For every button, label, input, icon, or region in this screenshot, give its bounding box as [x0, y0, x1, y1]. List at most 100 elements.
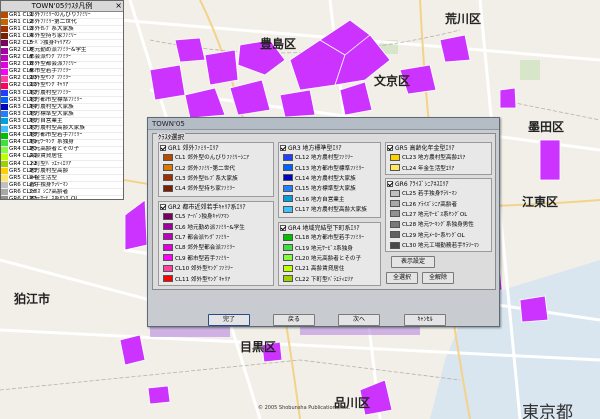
cluster-color-swatch[interactable]	[163, 164, 173, 172]
legend-swatch	[1, 161, 8, 168]
cluster-option[interactable]: CL13 地方都市型標準ﾌｧﾐﾘｰ	[279, 162, 380, 172]
cluster-option[interactable]: CL23 地方農村型高齢ｴﾘｱ	[386, 152, 491, 162]
cluster-option[interactable]: CL16 地方自営業主	[279, 194, 380, 204]
cluster-color-swatch[interactable]	[163, 264, 173, 272]
cluster-option-label: CL28 地元ﾜｰｷﾝｸﾞ系独身男性	[402, 222, 474, 229]
group-checkbox-gr1[interactable]	[160, 144, 166, 151]
legend-code: GR6 CL27	[9, 195, 37, 200]
group-checkbox-gr3[interactable]	[280, 144, 286, 151]
cluster-color-swatch[interactable]	[283, 153, 293, 161]
legend-name: 地方農村型高齢	[29, 167, 69, 174]
cluster-color-swatch[interactable]	[163, 243, 173, 251]
deselect-all-button[interactable]: 全解除	[422, 272, 454, 284]
legend-name: 都会派ﾔﾝｸﾞﾌｧﾐﾘｰ	[29, 54, 71, 61]
legend-code: GR1 CL3	[9, 25, 34, 32]
cluster-option[interactable]: CL7 都会派ﾔﾝｸﾞﾌｧﾐﾘｰ	[159, 232, 273, 242]
group-checkbox-gr4[interactable]	[280, 224, 286, 231]
cluster-color-swatch[interactable]	[390, 220, 400, 228]
cluster-color-swatch[interactable]	[283, 244, 293, 252]
cluster-option[interactable]: CL12 地方農村型ﾌｧﾐﾘｰ	[279, 152, 380, 162]
cluster-option[interactable]: CL11 郊外型ﾔﾝｸﾞｷｬﾘｱ	[159, 273, 273, 283]
cluster-color-swatch[interactable]	[163, 184, 173, 192]
cluster-option[interactable]: CL27 地元ｻｰﾋﾞｽ系ﾔﾝｸﾞOL	[386, 209, 491, 219]
legend-name: 郊外ｾﾚﾌﾞ系大家族	[29, 25, 74, 32]
legend-titlebar[interactable]: TOWN'05ｸﾗｽﾀ凡例 ×	[1, 1, 123, 12]
cluster-color-swatch[interactable]	[163, 174, 173, 182]
cluster-option[interactable]: CL28 地元ﾜｰｷﾝｸﾞ系独身男性	[386, 219, 491, 229]
group-header-gr5[interactable]: GR5 高齢化年金型ｴﾘｱ	[386, 143, 491, 152]
cluster-option[interactable]: CL14 地方農村型大家族	[279, 173, 380, 183]
cluster-color-swatch[interactable]	[283, 275, 293, 283]
cluster-option-label: CL12 地方農村型ﾌｧﾐﾘｰ	[295, 155, 353, 162]
cluster-option[interactable]: CL3 郊外型ｾﾚﾌﾞ系大家族	[159, 173, 273, 183]
cluster-option[interactable]: CL17 地方農村型高齢大家族	[279, 204, 380, 214]
cluster-color-swatch[interactable]	[390, 231, 400, 239]
cluster-color-swatch[interactable]	[163, 223, 173, 231]
group-checkbox-gr2[interactable]	[160, 203, 166, 210]
cluster-option[interactable]: CL10 郊外型ﾔﾝｸﾞﾌｧﾐﾘｰ	[159, 263, 273, 273]
next-button[interactable]: 次へ	[338, 314, 380, 326]
group-header-gr2[interactable]: GR2 都市近郊若手ｷｬﾘｱ系ｴﾘｱ	[159, 202, 273, 211]
cluster-color-swatch[interactable]	[163, 212, 173, 220]
cluster-option[interactable]: CL9 都市型若手ﾌｧﾐﾘｰ	[159, 253, 273, 263]
legend-code: GR1 CL2	[9, 18, 34, 25]
close-icon[interactable]: ×	[115, 1, 122, 11]
cluster-option[interactable]: CL4 郊外型持ち家ﾌｧﾐﾘｰ	[159, 183, 273, 193]
cluster-option[interactable]: CL30 地元工場勤務若手ｻﾗﾘｰﾏﾝ	[386, 240, 491, 250]
cluster-select-dialog: TOWN'05 ｸﾗｽﾀ選択 GR1 郊外ﾌｧﾐﾘｰｴﾘｱ CL1 郊外型のんびり…	[147, 117, 500, 327]
cluster-option[interactable]: CL25 若手独身ｻﾗﾘｰﾏﾝ	[386, 188, 491, 198]
cluster-color-swatch[interactable]	[390, 153, 400, 161]
cluster-option[interactable]: CL26 ｱﾗｲｽﾞｼﾆｱ高齢者	[386, 198, 491, 208]
group-checkbox-gr6[interactable]	[387, 180, 393, 187]
cluster-color-swatch[interactable]	[283, 233, 293, 241]
cluster-color-swatch[interactable]	[283, 164, 293, 172]
cluster-color-swatch[interactable]	[390, 189, 400, 197]
cluster-option[interactable]: CL24 年金生活型ｴﾘｱ	[386, 162, 491, 172]
cancel-button[interactable]: ｷｬﾝｾﾙ	[404, 314, 446, 326]
group-header-gr6[interactable]: GR6 ｱﾗｲｽﾞｼﾆｱﾈｽｴﾘｱ	[386, 179, 491, 188]
cluster-option[interactable]: CL5 ｱｰﾊﾞﾝ独身ｷｬﾘｱﾏﾝ	[159, 211, 273, 221]
cluster-option-label: CL15 地方標準型大家族	[295, 186, 356, 193]
back-button[interactable]: 戻る	[273, 314, 315, 326]
cluster-option[interactable]: CL6 地元勤め派ﾌｧﾐﾘｰ&学生	[159, 221, 273, 231]
group-header-gr4[interactable]: GR4 地域完結型下町系ｴﾘｱ	[279, 223, 380, 232]
cluster-color-swatch[interactable]	[283, 254, 293, 262]
cluster-color-swatch[interactable]	[390, 241, 400, 249]
cluster-option[interactable]: CL8 郊外型都会派ﾌｧﾐﾘｰ	[159, 242, 273, 252]
cluster-color-swatch[interactable]	[163, 275, 173, 283]
cluster-option[interactable]: CL15 地方標準型大家族	[279, 183, 380, 193]
cluster-color-swatch[interactable]	[163, 233, 173, 241]
cluster-option[interactable]: CL19 地元ｻｰﾋﾞｽ系独身	[279, 242, 380, 252]
legend-name: ｱｰﾊﾞﾝ独身ｷｬﾘｱﾏﾝ	[29, 39, 71, 46]
cluster-option[interactable]: CL1 郊外型のんびりﾌｧﾐﾘｰｼﾆｱ	[159, 152, 273, 162]
cluster-color-swatch[interactable]	[283, 205, 293, 213]
map-label-arakawa: 荒川区	[445, 12, 482, 26]
cluster-color-swatch[interactable]	[163, 254, 173, 262]
cluster-color-swatch[interactable]	[283, 184, 293, 192]
cluster-option[interactable]: CL20 地元高齢者とその子	[279, 253, 380, 263]
cluster-option-label: CL11 郊外型ﾔﾝｸﾞｷｬﾘｱ	[175, 276, 231, 283]
cluster-color-swatch[interactable]	[283, 264, 293, 272]
cluster-option[interactable]: CL2 郊外ﾌｧﾐﾘｰ第二世代	[159, 162, 273, 172]
cluster-option[interactable]: CL21 高齢賃貸居住	[279, 263, 380, 273]
cluster-color-swatch[interactable]	[283, 195, 293, 203]
display-settings-button[interactable]: 表示設定	[391, 256, 435, 268]
select-all-button[interactable]: 全選択	[386, 272, 418, 284]
dialog-titlebar[interactable]: TOWN'05	[148, 118, 499, 130]
legend-swatch	[1, 19, 8, 26]
cluster-option[interactable]: CL22 下町型ﾊﾞﾗｴﾃｨｴﾘｱ	[279, 274, 380, 284]
cluster-color-swatch[interactable]	[390, 164, 400, 172]
group-header-gr1[interactable]: GR1 郊外ﾌｧﾐﾘｰｴﾘｱ	[159, 143, 273, 152]
cluster-color-swatch[interactable]	[283, 174, 293, 182]
group-header-gr3[interactable]: GR3 地方標準型ｴﾘｱ	[279, 143, 380, 152]
cluster-option-label: CL1 郊外型のんびりﾌｧﾐﾘｰｼﾆｱ	[175, 155, 249, 162]
cluster-color-swatch[interactable]	[163, 153, 173, 161]
cluster-color-swatch[interactable]	[390, 200, 400, 208]
group-checkbox-gr5[interactable]	[387, 144, 393, 151]
cluster-option[interactable]: CL29 地元ﾒｰｶｰ系ﾔﾝｸﾞOL	[386, 230, 491, 240]
group-gr1: GR1 郊外ﾌｧﾐﾘｰｴﾘｱ CL1 郊外型のんびりﾌｧﾐﾘｰｼﾆｱ CL2 郊外ﾌ…	[158, 142, 274, 197]
finish-button[interactable]: 完了	[208, 314, 250, 326]
cluster-color-swatch[interactable]	[390, 210, 400, 218]
legend-code: GR3 CL14	[9, 103, 37, 110]
cluster-option[interactable]: CL18 地方都市型若手ﾌｧﾐﾘｰ	[279, 232, 380, 242]
